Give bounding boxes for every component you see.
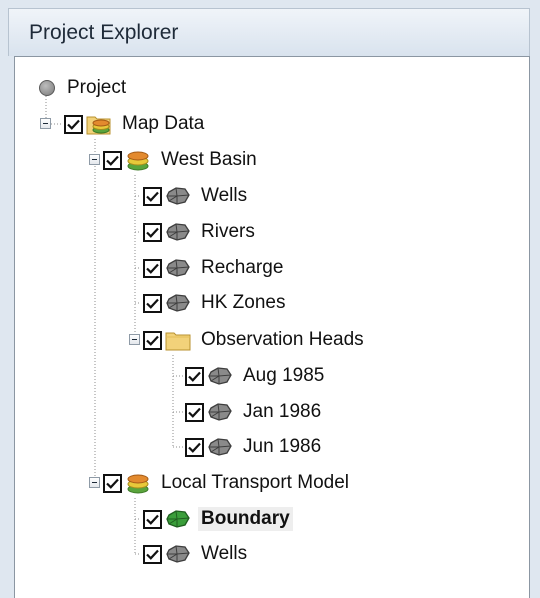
- tree-node-label: Observation Heads: [201, 329, 364, 350]
- tree-node-boundary[interactable]: Boundary: [143, 504, 293, 534]
- coverage-icon: [165, 542, 191, 566]
- map-data-folder-icon: [86, 112, 112, 136]
- coverage-icon: [207, 435, 233, 459]
- collapse-toggle-local-transport-model[interactable]: [89, 477, 100, 488]
- tree-node-label: Aug 1985: [243, 365, 325, 386]
- coverage-icon: [165, 184, 191, 208]
- project-node-icon: [39, 80, 55, 96]
- checkbox-jun-1986[interactable]: [185, 437, 204, 457]
- tree-node-label: West Basin: [161, 149, 257, 170]
- checkbox-observation-heads[interactable]: [143, 330, 162, 350]
- panel-title: Project Explorer: [29, 21, 179, 44]
- coverage-icon: [165, 220, 191, 244]
- tree-node-hk-zones[interactable]: HK Zones: [143, 288, 288, 318]
- collapse-toggle-observation-heads[interactable]: [129, 334, 140, 345]
- tree-node-observation-heads[interactable]: Observation Heads: [143, 325, 367, 355]
- tree-node-map-data[interactable]: Map Data: [64, 109, 207, 139]
- tree-node-label: Recharge: [201, 257, 284, 278]
- coverage-icon: [207, 400, 233, 424]
- coverage-icon: [207, 364, 233, 388]
- folder-icon: [165, 328, 191, 352]
- tree-node-project[interactable]: Project: [39, 73, 129, 103]
- coverage-icon: [165, 291, 191, 315]
- tree-node-jan-1986[interactable]: Jan 1986: [185, 397, 324, 427]
- project-tree[interactable]: Project Map Data West Basin Wells Rivers…: [14, 56, 530, 598]
- tree-node-label: HK Zones: [201, 292, 286, 313]
- active-coverage-icon: [165, 507, 191, 531]
- coverage-icon: [165, 256, 191, 280]
- tree-node-recharge[interactable]: Recharge: [143, 253, 286, 283]
- checkbox-wells[interactable]: [143, 186, 162, 206]
- checkbox-rivers[interactable]: [143, 222, 162, 242]
- checkbox-west-basin[interactable]: [103, 150, 122, 170]
- collapse-toggle-west-basin[interactable]: [89, 154, 100, 165]
- checkbox-local-transport-model[interactable]: [103, 473, 122, 493]
- collapse-toggle-map-data[interactable]: [40, 118, 51, 129]
- checkbox-recharge[interactable]: [143, 258, 162, 278]
- checkbox-hk-zones[interactable]: [143, 293, 162, 313]
- checkbox-wells-2[interactable]: [143, 544, 162, 564]
- tree-node-jun-1986[interactable]: Jun 1986: [185, 432, 324, 462]
- tree-node-label: Map Data: [122, 113, 205, 134]
- conceptual-model-icon: [125, 148, 151, 172]
- checkbox-jan-1986[interactable]: [185, 402, 204, 422]
- tree-node-label: Jun 1986: [243, 436, 322, 457]
- tree-node-label-selected: Boundary: [198, 507, 293, 531]
- tree-node-label: Rivers: [201, 221, 255, 242]
- tree-node-wells[interactable]: Wells: [143, 181, 250, 211]
- tree-node-aug-1985[interactable]: Aug 1985: [185, 361, 327, 391]
- checkbox-aug-1985[interactable]: [185, 366, 204, 386]
- checkbox-boundary[interactable]: [143, 509, 162, 529]
- tree-node-west-basin[interactable]: West Basin: [103, 145, 260, 175]
- tree-node-local-transport-model[interactable]: Local Transport Model: [103, 468, 352, 498]
- panel-title-bar: Project Explorer: [8, 8, 530, 56]
- tree-node-label: Jan 1986: [243, 401, 322, 422]
- tree-node-rivers[interactable]: Rivers: [143, 217, 258, 247]
- tree-node-wells-2[interactable]: Wells: [143, 539, 250, 569]
- tree-node-label: Wells: [201, 185, 248, 206]
- project-explorer-window: Project Explorer Project Map Data West B…: [0, 0, 540, 598]
- tree-node-label: Project: [67, 77, 127, 98]
- tree-node-label: Local Transport Model: [161, 472, 349, 493]
- tree-node-label: Wells: [201, 543, 248, 564]
- conceptual-model-icon: [125, 471, 151, 495]
- checkbox-map-data[interactable]: [64, 114, 83, 134]
